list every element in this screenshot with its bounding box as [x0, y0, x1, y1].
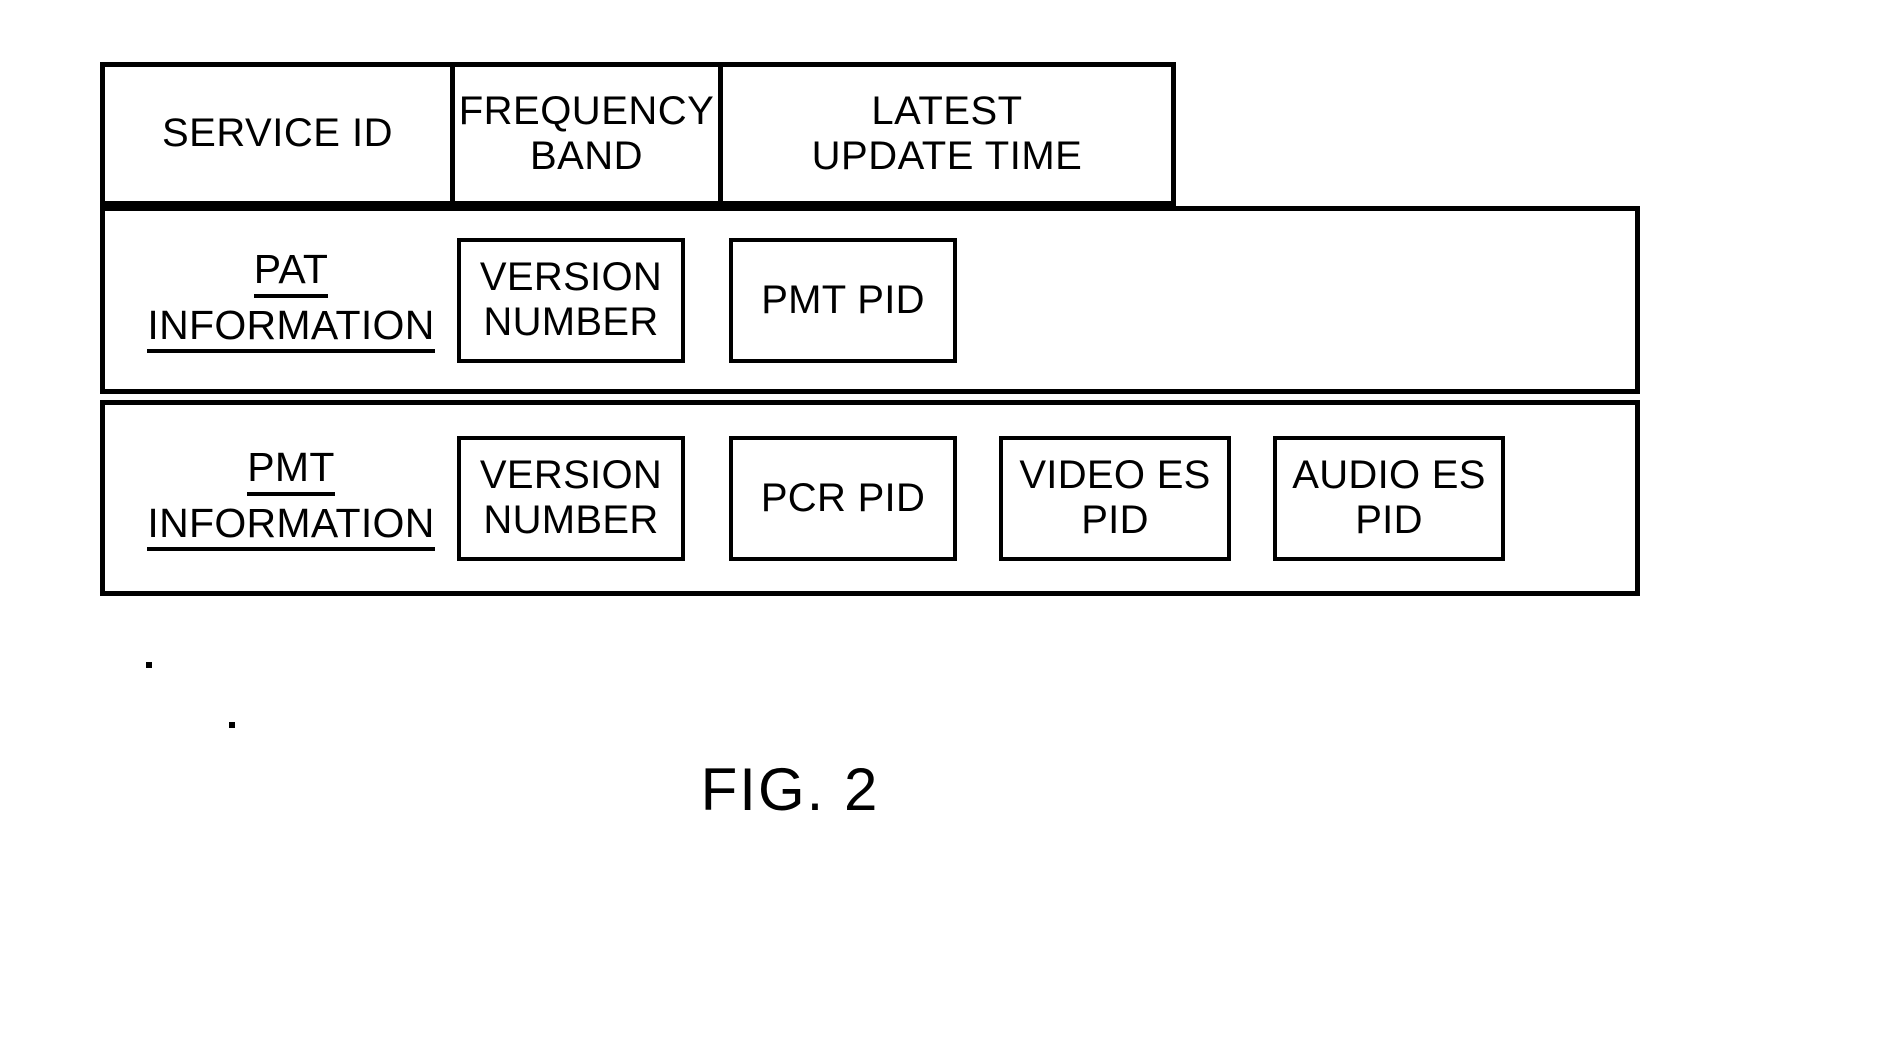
figure-caption: FIG. 2: [700, 756, 880, 823]
header-cell-frequency-band-line2: BAND: [529, 134, 644, 178]
reference-dot-lower: [229, 722, 235, 728]
pmt-information-row: PMT INFORMATION VERSION NUMBER PCR PID V…: [100, 400, 1640, 596]
pmt-video-es-pid-text: VIDEO ES PID: [1019, 453, 1210, 543]
pat-version-number-text: VERSION NUMBER: [480, 255, 662, 345]
pmt-information-label-line1: PMT: [247, 444, 335, 496]
pat-information-label-line1: PAT: [253, 246, 329, 298]
pmt-video-es-pid-line2: PID: [1081, 498, 1149, 542]
pat-information-label-line1-wrap: PAT: [129, 246, 453, 298]
pmt-pcr-pid-box: PCR PID: [729, 435, 957, 561]
pmt-pcr-pid-text: PCR PID: [760, 475, 926, 520]
pmt-information-label: PMT INFORMATION: [105, 444, 453, 552]
header-cell-latest-update-time-label: LATEST UPDATE TIME: [812, 89, 1083, 179]
header-cell-latest-update-time-line1: LATEST: [871, 88, 1023, 133]
header-cell-latest-update-time-line2: UPDATE TIME: [811, 134, 1083, 178]
pat-pmt-pid-box: PMT PID: [729, 237, 957, 363]
patent-figure-canvas: SERVICE ID FREQUENCY BAND LATEST UPDATE …: [0, 0, 1889, 1050]
pmt-audio-es-pid-line1: AUDIO ES: [1292, 453, 1486, 498]
pmt-audio-es-pid-text: AUDIO ES PID: [1292, 453, 1486, 543]
pmt-video-es-pid-box: VIDEO ES PID: [999, 435, 1231, 561]
header-cell-latest-update-time: LATEST UPDATE TIME: [723, 67, 1171, 201]
pmt-audio-es-pid-line2: PID: [1355, 498, 1423, 542]
pat-information-label: PAT INFORMATION: [105, 246, 453, 354]
header-cell-frequency-band-line1: FREQUENCY: [458, 88, 715, 133]
pmt-version-number-text: VERSION NUMBER: [480, 453, 662, 543]
pat-version-number-line2: NUMBER: [483, 300, 659, 344]
pmt-version-number-line1: VERSION: [479, 453, 663, 498]
header-cell-frequency-band-label: FREQUENCY BAND: [459, 89, 715, 179]
pat-pmt-pid-text: PMT PID: [761, 277, 925, 322]
header-row: SERVICE ID FREQUENCY BAND LATEST UPDATE …: [100, 62, 1176, 206]
pat-information-label-line2-wrap: INFORMATION: [129, 302, 453, 354]
pmt-information-label-line2-wrap: INFORMATION: [129, 500, 453, 552]
pat-information-row: PAT INFORMATION VERSION NUMBER PMT PID: [100, 206, 1640, 394]
pmt-version-number-line2: NUMBER: [483, 498, 659, 542]
header-cell-frequency-band: FREQUENCY BAND: [455, 67, 723, 201]
pat-information-label-line2: INFORMATION: [147, 302, 435, 354]
pmt-version-number-box: VERSION NUMBER: [457, 435, 685, 561]
pmt-video-es-pid-line1: VIDEO ES: [1019, 453, 1211, 498]
pmt-information-label-line2: INFORMATION: [147, 500, 435, 552]
pmt-audio-es-pid-box: AUDIO ES PID: [1273, 435, 1505, 561]
pat-version-number-line1: VERSION: [479, 255, 663, 300]
pat-version-number-box: VERSION NUMBER: [457, 237, 685, 363]
reference-dot-upper: [146, 662, 152, 668]
pmt-information-label-line1-wrap: PMT: [129, 444, 453, 496]
header-cell-service-id: SERVICE ID: [105, 67, 455, 201]
header-cell-service-id-label: SERVICE ID: [162, 111, 393, 156]
